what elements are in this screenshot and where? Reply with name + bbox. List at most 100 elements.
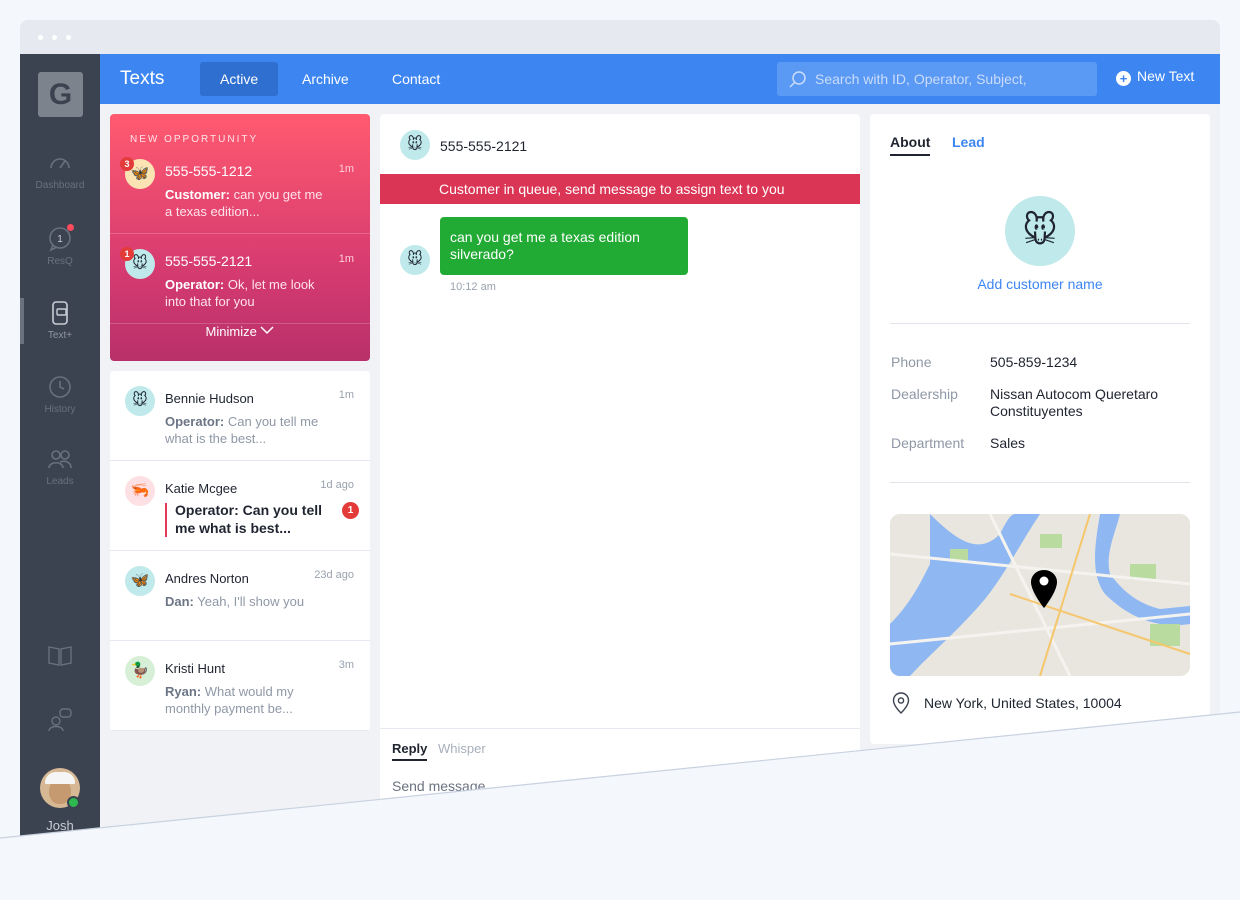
avatar-cap [45,772,75,784]
tab-lead[interactable]: Lead [952,134,985,154]
shrimp-avatar-icon: 🦐 [125,476,155,506]
sidebar-item-dashboard[interactable]: Dashboard [20,150,100,191]
support-icon [48,708,72,732]
opportunity-phone: 555-555-2121 [165,253,253,269]
opportunity-preview: Operator: Ok, let me look into that for … [165,276,325,310]
unread-indicator [165,503,167,537]
app-window: G Dashboard 1 ResQ Text+ History Leads J… [20,20,1220,900]
sidebar-item-support[interactable] [20,706,100,736]
contact-name: Bennie Hudson [165,391,254,406]
book-icon [48,646,72,666]
add-customer-name-link[interactable]: Add customer name [870,276,1210,292]
clock-icon [49,376,71,398]
mouse-avatar-icon: 🐭 [400,130,430,160]
sidebar-item-resq[interactable]: 1 ResQ [20,224,100,267]
location-pin-icon [892,692,910,714]
page-title: Texts [120,68,165,89]
location-text: New York, United States, 10004 [924,695,1122,711]
tab-active[interactable]: Active [200,62,279,96]
tab-whisper[interactable]: Whisper [438,741,486,759]
message-time: 10:12 am [450,281,496,293]
mouse-avatar-icon: 🐭 [400,245,430,275]
location-map[interactable] [890,514,1190,676]
department-value: Sales [990,435,1026,451]
list-item[interactable]: 🦋 Andres Norton 23d ago Dan: Yeah, I'll … [110,551,370,641]
customer-avatar-icon: 🐭 [1005,196,1075,266]
sidebar-item-label: History [44,404,76,415]
conversation-list: 🐭 Bennie Hudson 1m Operator: Can you tel… [110,371,370,731]
sidebar-item-knowledge[interactable] [20,642,100,672]
message-preview: Operator: Can you tell me what is best..… [175,502,323,536]
search-box [777,62,1097,96]
field-label: Department [891,435,965,451]
window-titlebar [20,20,1220,54]
conversation-preview: Ryan: What would my monthly payment be..… [165,683,325,717]
opportunity-preview: Customer: can you get me a texas edition… [165,186,325,220]
new-text-label: New Text [1137,68,1195,84]
contact-name: Katie Mcgee [165,481,238,496]
unread-badge: 1 [342,502,359,519]
conversation-preview: Operator: Can you tell me what is the be… [165,413,325,447]
tab-contact[interactable]: Contact [372,62,460,96]
notification-dot [67,224,74,231]
chat-panel: 🐭 555-555-2121 Customer in queue, send m… [380,114,860,900]
sidebar-item-label: Leads [46,476,74,487]
dealership-value: Nissan Autocom Queretaro Constituyentes [990,386,1159,419]
app-logo[interactable]: G [38,72,83,117]
user-name: Josh [46,818,74,833]
minimize-label: Minimize [205,324,257,339]
window-dot [38,35,43,40]
tab-archive[interactable]: Archive [282,62,369,96]
minimize-button[interactable]: Minimize [110,324,370,339]
contact-name: Kristi Hunt [165,661,225,676]
sender-label: Operator: [165,277,225,292]
window-dot [52,35,57,40]
sidebar-item-label: ResQ [47,256,73,267]
opportunity-time: 1m [338,253,354,265]
compose-area: Reply Whisper [380,728,860,900]
queue-banner: Customer in queue, send message to assig… [380,174,860,204]
chat-phone: 555-555-2121 [440,138,528,154]
people-icon [48,450,72,469]
details-panel: About Lead 🐭 Add customer name Phone 505… [870,114,1210,744]
list-item[interactable]: 🦆 Kristi Hunt 3m Ryan: What would my mon… [110,641,370,731]
conversation-preview: Dan: Yeah, I'll show you [165,593,325,610]
plus-icon: + [1116,71,1131,86]
tab-reply[interactable]: Reply [392,741,428,761]
sender-label: Operator: [165,414,225,429]
list-item[interactable]: 🐭 Bennie Hudson 1m Operator: Can you tel… [110,371,370,461]
mouse-avatar-icon: 🐭 [125,386,155,416]
list-item[interactable]: 🦐 Katie Mcgee 1d ago Operator: Can you t… [110,461,370,551]
tab-about[interactable]: About [890,134,931,156]
opportunity-phone: 555-555-1212 [165,163,253,179]
butterfly-avatar-icon: 🦋 [125,566,155,596]
sidebar-item-label: Text+ [47,330,73,341]
duck-avatar-icon: 🦆 [125,656,155,686]
divider [890,323,1190,324]
sender-label: Customer: [165,187,231,202]
opportunity-item[interactable]: 🦋 3 555-555-1212 1m Customer: can you ge… [110,144,370,234]
conversation-time: 3m [338,659,354,671]
phone-text-icon [52,301,68,325]
field-label: Dealership [891,386,958,402]
sidebar: G Dashboard 1 ResQ Text+ History Leads J… [20,54,100,900]
message-input[interactable] [392,775,842,797]
new-text-button[interactable]: + New Text [1116,68,1194,86]
divider [890,482,1190,483]
message-preview: Yeah, I'll show you [197,594,305,609]
map-image [890,514,1190,676]
window-dot [66,35,71,40]
contact-name: Andres Norton [165,571,249,586]
top-bar: Texts Active Archive Contact + New Text [100,54,1220,104]
sidebar-item-leads[interactable]: Leads [20,446,100,487]
search-input[interactable] [815,62,1090,96]
sidebar-item-history[interactable]: History [20,374,100,415]
sidebar-item-text-plus[interactable]: Text+ [20,300,100,341]
search-icon [789,71,806,88]
sidebar-item-label: Dashboard [35,180,85,191]
opportunity-time: 1m [338,163,354,175]
gauge-icon [50,158,70,169]
resq-count: 1 [57,234,63,245]
opportunity-item[interactable]: 🐭 1 555-555-2121 1m Operator: Ok, let me… [110,234,370,324]
conversation-time: 23d ago [314,569,354,581]
